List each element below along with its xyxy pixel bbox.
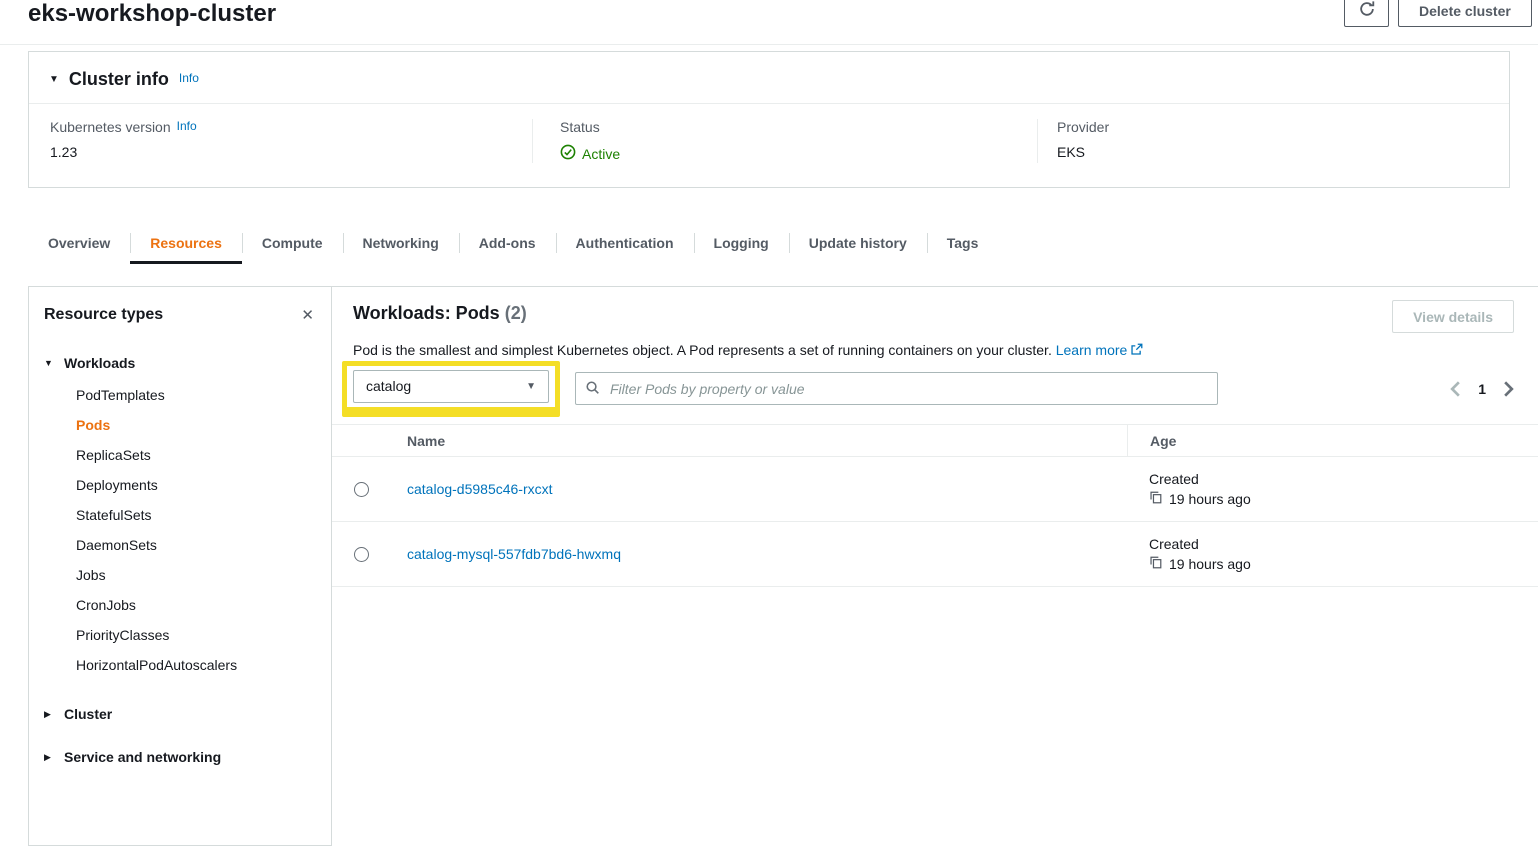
sidebar-header: Resource types ✕: [29, 287, 331, 324]
pods-description: Pod is the smallest and simplest Kuberne…: [353, 342, 1514, 359]
chevron-down-icon: ▼: [44, 358, 55, 368]
tab-compute[interactable]: Compute: [242, 225, 343, 264]
tab-tags[interactable]: Tags: [927, 225, 999, 264]
pods-search-input[interactable]: [608, 380, 1208, 398]
pods-panel-title: Workloads: Pods (2): [353, 303, 527, 324]
pods-count: (2): [505, 303, 527, 323]
resource-types-sidebar: Resource types ✕ ▼ Workloads PodTemplate…: [28, 286, 332, 846]
external-link-icon: [1130, 343, 1143, 359]
filter-row: catalog ▼: [353, 372, 1514, 405]
pods-panel: Workloads: Pods (2) View details Pod is …: [332, 286, 1538, 778]
provider-value: EKS: [1057, 144, 1509, 160]
provider-field: Provider EKS: [1037, 119, 1509, 163]
tree-group-workloads[interactable]: ▼ Workloads: [44, 348, 331, 378]
sidebar-item-podtemplates[interactable]: PodTemplates: [76, 380, 331, 410]
status-badge: Active: [582, 146, 620, 162]
table-row: catalog-mysql-557fdb7bd6-hwxmq Created: [332, 522, 1538, 587]
resources-content: Resource types ✕ ▼ Workloads PodTemplate…: [28, 286, 1538, 778]
tab-resources[interactable]: Resources: [130, 225, 242, 264]
age-status: Created: [1149, 536, 1199, 552]
sidebar-item-pods[interactable]: Pods: [76, 410, 331, 440]
sidebar-item-horizontalpodautoscalers[interactable]: HorizontalPodAutoscalers: [76, 650, 331, 680]
namespace-filter-dropdown[interactable]: catalog ▼: [353, 370, 549, 403]
cluster-info-info-link[interactable]: Info: [179, 71, 199, 85]
status-field: Status Active: [532, 119, 1037, 163]
dropdown-caret-icon: ▼: [526, 381, 536, 392]
row-select-radio[interactable]: [354, 482, 369, 497]
cluster-tabs: Overview Resources Compute Networking Ad…: [28, 225, 1538, 264]
refresh-button[interactable]: [1344, 0, 1389, 27]
tab-update-history[interactable]: Update history: [789, 225, 927, 264]
close-icon[interactable]: ✕: [301, 308, 314, 323]
eks-console-page: eks-workshop-cluster Delete cluster ▼ Cl…: [0, 0, 1538, 774]
sidebar-title: Resource types: [44, 306, 163, 324]
age-value: 19 hours ago: [1169, 556, 1251, 572]
cluster-info-title: Cluster info: [69, 69, 169, 90]
pods-table-header: Name Age: [332, 424, 1538, 457]
collapse-caret-icon[interactable]: ▼: [49, 74, 59, 85]
age-cell: Created 19 hours ago: [1127, 536, 1538, 572]
age-value: 19 hours ago: [1169, 491, 1251, 507]
cluster-info-header: ▼ Cluster info Info: [29, 52, 1509, 104]
pagination: 1: [1450, 372, 1514, 405]
namespace-filter-value: catalog: [366, 378, 411, 394]
sidebar-item-statefulsets[interactable]: StatefulSets: [76, 500, 331, 530]
sidebar-item-deployments[interactable]: Deployments: [76, 470, 331, 500]
age-column-header: Age: [1127, 425, 1538, 456]
status-label: Status: [560, 119, 1037, 135]
sidebar-item-priorityclasses[interactable]: PriorityClasses: [76, 620, 331, 650]
sidebar-item-jobs[interactable]: Jobs: [76, 560, 331, 590]
sidebar-item-daemonsets[interactable]: DaemonSets: [76, 530, 331, 560]
pod-name-link[interactable]: catalog-d5985c46-rxcxt: [407, 481, 553, 497]
chevron-right-icon: ▶: [44, 752, 55, 763]
sidebar-item-replicasets[interactable]: ReplicaSets: [76, 440, 331, 470]
kubernetes-version-label: Kubernetes versionInfo: [50, 119, 532, 135]
view-details-button[interactable]: View details: [1392, 300, 1514, 333]
annotation-highlight: catalog ▼: [342, 361, 560, 417]
next-page-icon[interactable]: [1503, 381, 1514, 397]
tab-overview[interactable]: Overview: [28, 225, 130, 264]
name-column-header: Name: [407, 425, 1127, 456]
kubernetes-version-info-link[interactable]: Info: [177, 119, 197, 133]
pods-search-box: [575, 372, 1218, 405]
page-title: eks-workshop-cluster: [28, 0, 276, 33]
pods-table: Name Age catalog-d5985c46-rxcxt Created: [332, 424, 1538, 587]
tab-networking[interactable]: Networking: [343, 225, 459, 264]
cluster-info-panel: ▼ Cluster info Info Kubernetes versionIn…: [28, 51, 1510, 188]
sidebar-item-cronjobs[interactable]: CronJobs: [76, 590, 331, 620]
status-value: Active: [560, 144, 1037, 163]
tab-authentication[interactable]: Authentication: [556, 225, 694, 264]
page-header: eks-workshop-cluster Delete cluster: [0, 0, 1538, 45]
current-page-number: 1: [1478, 381, 1486, 397]
row-select-radio[interactable]: [354, 547, 369, 562]
tab-logging[interactable]: Logging: [694, 225, 789, 264]
copy-icon: [1149, 491, 1162, 507]
age-status: Created: [1149, 471, 1199, 487]
table-row: catalog-d5985c46-rxcxt Created 19 hou: [332, 457, 1538, 522]
workloads-items: PodTemplates Pods ReplicaSets Deployment…: [76, 378, 331, 686]
search-icon: [585, 380, 600, 398]
copy-icon: [1149, 556, 1162, 572]
pods-panel-header: Workloads: Pods (2) View details: [332, 287, 1538, 333]
tree-group-cluster[interactable]: ▶ Cluster: [44, 699, 331, 729]
kubernetes-version-field: Kubernetes versionInfo 1.23: [29, 119, 532, 163]
age-cell: Created 19 hours ago: [1127, 471, 1538, 507]
refresh-icon: [1358, 0, 1376, 21]
provider-label: Provider: [1057, 119, 1509, 135]
delete-cluster-button[interactable]: Delete cluster: [1398, 0, 1532, 27]
tree-group-service-and-networking[interactable]: ▶ Service and networking: [44, 742, 331, 772]
learn-more-link[interactable]: Learn more: [1056, 342, 1144, 358]
chevron-right-icon: ▶: [44, 709, 55, 720]
kubernetes-version-value: 1.23: [50, 144, 532, 160]
select-column-header: [332, 425, 407, 456]
tab-add-ons[interactable]: Add-ons: [459, 225, 556, 264]
header-actions: Delete cluster: [1344, 0, 1532, 27]
pod-name-link[interactable]: catalog-mysql-557fdb7bd6-hwxmq: [407, 546, 621, 562]
resource-type-tree: ▼ Workloads PodTemplates Pods ReplicaSet…: [29, 324, 331, 772]
previous-page-icon[interactable]: [1450, 381, 1461, 397]
cluster-info-body: Kubernetes versionInfo 1.23 Status Activ…: [29, 104, 1509, 187]
check-circle-icon: [560, 144, 576, 163]
